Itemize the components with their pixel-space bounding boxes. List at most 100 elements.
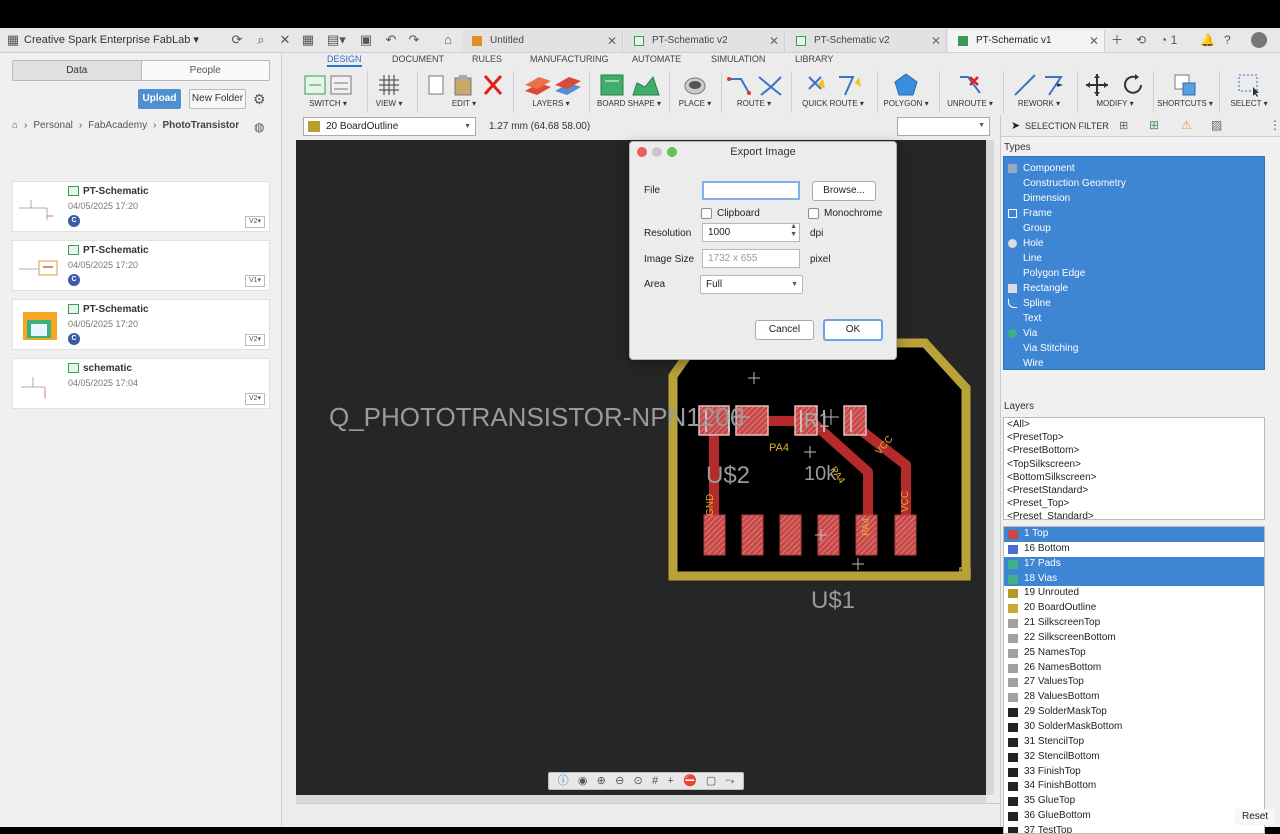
layer-item[interactable]: 1 Top — [1004, 527, 1264, 542]
type-rectangle[interactable]: Rectangle — [1004, 281, 1264, 296]
file-menu-icon[interactable]: ▤▾ — [327, 32, 346, 48]
version-dropdown[interactable]: V2▾ — [245, 216, 265, 228]
tab-data[interactable]: Data — [13, 61, 142, 80]
gear-icon[interactable]: ⚙ — [253, 91, 266, 108]
tab-simulation[interactable]: SIMULATION — [711, 54, 765, 64]
layer-color-swatch[interactable] — [1008, 633, 1018, 643]
layer-item[interactable]: 17 Pads — [1004, 556, 1264, 572]
type-spline[interactable]: Spline — [1004, 296, 1264, 311]
shortcuts-button[interactable]: SHORTCUTS ▾ — [1157, 73, 1213, 115]
close-tab-icon[interactable]: ✕ — [1089, 30, 1099, 52]
modify-button[interactable]: MODIFY ▾ — [1083, 73, 1147, 115]
cancel-button[interactable]: Cancel — [755, 320, 814, 340]
layer-color-swatch[interactable] — [1008, 619, 1018, 629]
type-line[interactable]: Line — [1004, 251, 1264, 266]
polygon-button[interactable]: POLYGON ▾ — [881, 73, 931, 115]
tab-untitled[interactable]: Untitled ✕ — [462, 30, 623, 52]
layer-color-swatch[interactable] — [1008, 708, 1018, 718]
version-dropdown[interactable]: V2▾ — [245, 334, 265, 346]
tab-automate[interactable]: AUTOMATE — [632, 54, 681, 64]
layer-item[interactable]: 29 SolderMaskTop — [1004, 705, 1264, 720]
info-icon[interactable]: ⓘ — [558, 773, 569, 789]
layer-color-swatch[interactable] — [1008, 648, 1018, 658]
area-select[interactable]: Full ▼ — [700, 275, 803, 294]
breadcrumb-phototransistor[interactable]: PhotoTransistor — [162, 120, 239, 131]
image-icon[interactable]: ▨ — [1211, 118, 1222, 132]
tab-pt-schematic-v1[interactable]: PT-Schematic v1 ✕ — [948, 30, 1105, 52]
type-construction-geometry[interactable]: Construction Geometry — [1004, 176, 1264, 191]
browse-button[interactable]: Browse... — [812, 181, 876, 201]
list-item[interactable]: PT-Schematic 04/05/2025 17:20 C V1▾ — [12, 240, 270, 291]
preset-item[interactable]: <All> — [1004, 418, 1264, 431]
horizontal-scrollbar[interactable] — [296, 795, 986, 803]
layer-color-swatch[interactable] — [1008, 767, 1018, 777]
layer-item[interactable]: 27 ValuesTop — [1004, 675, 1264, 690]
notifications-icon[interactable]: 🔔 — [1200, 32, 1215, 48]
layer-color-swatch[interactable] — [1008, 678, 1018, 688]
close-panel-icon[interactable]: ✕ — [277, 32, 293, 48]
warning-icon[interactable]: ⚠ — [1181, 118, 1192, 132]
reset-button[interactable]: Reset — [1235, 809, 1275, 825]
grid-menu-icon[interactable]: ▦ — [300, 32, 316, 48]
layer-color-swatch[interactable] — [1008, 559, 1018, 569]
switch-button[interactable]: SWITCH ▾ — [304, 73, 352, 115]
list-item[interactable]: PT-Schematic 04/05/2025 17:20 C V2▾ — [12, 181, 270, 232]
layer-item[interactable]: 18 Vias — [1004, 571, 1264, 587]
preset-item[interactable]: <PresetTop> — [1004, 431, 1264, 444]
new-folder-button[interactable]: New Folder — [189, 89, 246, 109]
add-design-block-icon[interactable]: ⊞ — [1149, 118, 1159, 132]
route-button[interactable]: ROUTE ▾ — [725, 73, 783, 115]
close-tab-icon[interactable]: ✕ — [931, 30, 941, 52]
view-button[interactable]: VIEW ▾ — [369, 73, 409, 115]
stepper-arrows-icon[interactable]: ▲ ▼ — [790, 223, 797, 239]
type-group[interactable]: Group — [1004, 221, 1264, 236]
layer-list[interactable]: 1 Top 16 Bottom 17 Pads 18 Vias 19 Unrouted 2… — [1003, 526, 1265, 834]
home-icon[interactable]: ⌂ — [12, 120, 18, 131]
type-via[interactable]: Via — [1004, 326, 1264, 341]
list-item[interactable]: schematic 04/05/2025 17:04 V2▾ — [12, 358, 270, 409]
layer-color-swatch[interactable] — [1008, 826, 1018, 833]
layer-item[interactable]: 22 SilkscreenBottom — [1004, 631, 1264, 646]
layer-color-swatch[interactable] — [1008, 604, 1018, 614]
tab-people[interactable]: People — [142, 61, 270, 80]
breadcrumb-personal[interactable]: Personal — [33, 120, 72, 131]
layer-color-swatch[interactable] — [1008, 693, 1018, 703]
new-tab-icon[interactable]: ＋ — [1111, 32, 1123, 48]
preset-item[interactable]: <PresetBottom> — [1004, 444, 1264, 457]
tab-pt-schematic-v2-a[interactable]: PT-Schematic v2 ✕ — [624, 30, 785, 52]
layer-color-swatch[interactable] — [1008, 797, 1018, 807]
layer-color-swatch[interactable] — [1008, 544, 1018, 554]
more-icon[interactable]: ⋮ — [1269, 118, 1280, 132]
place-button[interactable]: PLACE ▾ — [673, 73, 717, 115]
tab-pt-schematic-v2-b[interactable]: PT-Schematic v2 ✕ — [786, 30, 947, 52]
select-button[interactable]: SELECT ▾ — [1223, 73, 1275, 115]
hierarchy-icon[interactable]: ⊞ — [1119, 119, 1128, 132]
layers-button[interactable]: LAYERS ▾ — [519, 73, 583, 115]
globe-icon[interactable]: ◍ — [254, 120, 264, 134]
layer-preset-list[interactable]: <All> <PresetTop> <PresetBottom> <TopSil… — [1003, 417, 1265, 520]
refresh-icon[interactable]: ⟳ — [229, 32, 245, 48]
preset-item[interactable]: <TopSilkscreen> — [1004, 458, 1264, 471]
type-frame[interactable]: Frame — [1004, 206, 1264, 221]
save-icon[interactable]: ▣ — [358, 32, 374, 48]
breadcrumb-fabacademy[interactable]: FabAcademy — [88, 120, 147, 131]
quick-route-button[interactable]: QUICK ROUTE ▾ — [797, 73, 869, 115]
avatar[interactable] — [1251, 32, 1267, 48]
layer-color-swatch[interactable] — [1008, 782, 1018, 792]
layer-item[interactable]: 37 TestTop — [1004, 824, 1264, 833]
command-line-input[interactable]: ▼ — [897, 117, 990, 136]
layer-color-swatch[interactable] — [1008, 752, 1018, 762]
close-tab-icon[interactable]: ✕ — [607, 30, 617, 52]
team-selector[interactable]: Creative Spark Enterprise FabLab ▾ — [24, 33, 199, 46]
tab-library[interactable]: LIBRARY — [795, 54, 833, 64]
eye-icon[interactable]: ◉ — [578, 773, 588, 789]
layer-item[interactable]: 33 FinishTop — [1004, 765, 1264, 780]
layer-color-swatch[interactable] — [1008, 589, 1018, 599]
close-tab-icon[interactable]: ✕ — [769, 30, 779, 52]
layer-item[interactable]: 25 NamesTop — [1004, 646, 1264, 661]
type-dimension[interactable]: Dimension — [1004, 191, 1264, 206]
type-wire[interactable]: Wire — [1004, 356, 1264, 371]
crosshair-icon[interactable]: + — [667, 773, 673, 789]
job-status[interactable]: ◔ 1 — [1160, 32, 1177, 48]
upload-button[interactable]: Upload — [138, 89, 181, 109]
